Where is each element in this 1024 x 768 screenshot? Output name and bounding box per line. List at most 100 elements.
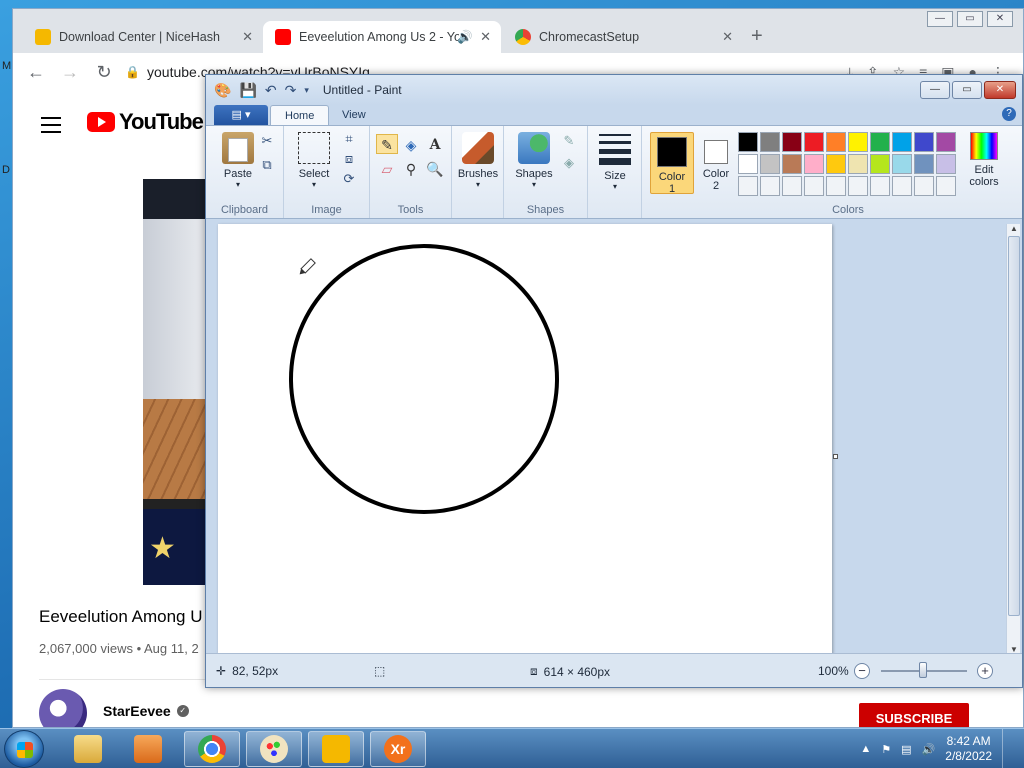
palette-swatch[interactable]: [782, 132, 802, 152]
explorer-taskbar-button[interactable]: [60, 731, 116, 767]
eraser-icon[interactable]: ▱: [376, 158, 398, 178]
color2-button[interactable]: Color 2: [694, 132, 738, 194]
channel-name-row[interactable]: StarEevee ✓: [103, 703, 189, 719]
volume-icon[interactable]: 🔊: [922, 743, 936, 756]
reload-icon[interactable]: ↻: [87, 62, 121, 83]
maximize-button[interactable]: ▭: [952, 81, 982, 99]
palette-swatch[interactable]: [804, 154, 824, 174]
tab-youtube[interactable]: Eeveelution Among Us 2 - Yo 🔊 ✕: [263, 21, 501, 53]
tab-nicehash[interactable]: Download Center | NiceHash ✕: [23, 21, 263, 53]
minimize-button[interactable]: —: [920, 81, 950, 99]
xr-taskbar-button[interactable]: Xr: [370, 731, 426, 767]
close-button[interactable]: ✕: [984, 81, 1016, 99]
size-button[interactable]: Size ▾: [594, 132, 636, 191]
maximize-button[interactable]: ▭: [957, 11, 983, 27]
paste-button[interactable]: Paste ▾: [218, 132, 258, 189]
fill-bucket-icon[interactable]: ◈: [400, 134, 422, 154]
palette-swatch[interactable]: [826, 132, 846, 152]
vertical-scrollbar[interactable]: ▲ ▼: [1006, 224, 1020, 654]
channel-avatar[interactable]: [39, 689, 87, 727]
back-arrow-icon[interactable]: ←: [19, 62, 53, 83]
zoom-in-button[interactable]: +: [977, 663, 993, 679]
cut-icon[interactable]: ✂: [258, 132, 276, 150]
outline-icon[interactable]: ✎: [560, 132, 578, 150]
zoom-out-button[interactable]: −: [854, 663, 870, 679]
subscribe-button[interactable]: SUBSCRIBE: [859, 703, 969, 727]
palette-swatch[interactable]: [738, 176, 758, 196]
nicehash-taskbar-button[interactable]: [308, 731, 364, 767]
speaker-icon[interactable]: 🔊: [457, 30, 473, 45]
color1-button[interactable]: Color 1: [650, 132, 694, 195]
palette-swatch[interactable]: [738, 132, 758, 152]
clock[interactable]: 8:42 AM 2/8/2022: [945, 734, 992, 764]
palette-swatch[interactable]: [826, 154, 846, 174]
help-icon[interactable]: ?: [1002, 107, 1016, 121]
close-tab-icon[interactable]: ✕: [242, 29, 253, 45]
palette-swatch[interactable]: [760, 132, 780, 152]
save-icon[interactable]: 💾: [239, 82, 256, 99]
palette-swatch[interactable]: [760, 176, 780, 196]
palette-swatch[interactable]: [892, 132, 912, 152]
forward-arrow-icon[interactable]: →: [53, 62, 87, 83]
start-button[interactable]: [4, 730, 44, 768]
hamburger-menu-icon[interactable]: [41, 117, 61, 138]
scroll-thumb[interactable]: [1008, 236, 1020, 616]
tab-chromecast[interactable]: ChromecastSetup ✕: [503, 21, 743, 53]
tray-expand-icon[interactable]: ▲: [860, 743, 871, 755]
palette-swatch[interactable]: [914, 176, 934, 196]
new-tab-button[interactable]: +: [751, 25, 763, 48]
palette-swatch[interactable]: [782, 154, 802, 174]
palette-swatch[interactable]: [936, 176, 956, 196]
palette-swatch[interactable]: [870, 176, 890, 196]
redo-icon[interactable]: ↷: [285, 82, 297, 99]
palette-swatch[interactable]: [870, 154, 890, 174]
palette-swatch[interactable]: [848, 154, 868, 174]
palette-swatch[interactable]: [848, 132, 868, 152]
palette-swatch[interactable]: [738, 154, 758, 174]
tab-home[interactable]: Home: [270, 105, 330, 126]
lock-icon[interactable]: 🔒: [125, 65, 147, 79]
scroll-up-icon[interactable]: ▲: [1007, 224, 1021, 233]
palette-swatch[interactable]: [936, 132, 956, 152]
palette-swatch[interactable]: [892, 154, 912, 174]
undo-icon[interactable]: ↶: [265, 82, 277, 99]
brushes-button[interactable]: Brushes ▾: [456, 132, 500, 189]
palette-swatch[interactable]: [848, 176, 868, 196]
palette-swatch[interactable]: [914, 154, 934, 174]
show-desktop-button[interactable]: [1002, 729, 1014, 768]
crop-icon[interactable]: ⌗: [340, 130, 358, 148]
file-menu-button[interactable]: ▤ ▾: [214, 105, 268, 125]
paint-app-icon[interactable]: 🎨: [214, 82, 231, 99]
magnifier-icon[interactable]: 🔍: [424, 158, 446, 178]
action-center-icon[interactable]: ⚑: [881, 743, 891, 756]
rotate-icon[interactable]: ⟳: [340, 170, 358, 188]
palette-swatch[interactable]: [870, 132, 890, 152]
chrome-taskbar-button[interactable]: [184, 731, 240, 767]
close-button[interactable]: ✕: [987, 11, 1013, 27]
palette-swatch[interactable]: [760, 154, 780, 174]
palette-swatch[interactable]: [914, 132, 934, 152]
minimize-button[interactable]: —: [927, 11, 953, 27]
palette-swatch[interactable]: [826, 176, 846, 196]
palette-swatch[interactable]: [804, 176, 824, 196]
youtube-logo[interactable]: YouTube: [87, 109, 204, 135]
close-tab-icon[interactable]: ✕: [480, 29, 491, 45]
shape-fill-icon[interactable]: ◈: [560, 154, 578, 172]
zoom-slider-knob[interactable]: [919, 662, 927, 678]
customize-qat-icon[interactable]: ▾: [304, 85, 309, 96]
close-tab-icon[interactable]: ✕: [722, 29, 733, 45]
tab-view[interactable]: View: [328, 105, 380, 126]
color-picker-icon[interactable]: ⚲: [400, 158, 422, 178]
resize-icon[interactable]: ⧈: [340, 150, 358, 168]
select-button[interactable]: Select ▾: [292, 132, 336, 189]
palette-swatch[interactable]: [892, 176, 912, 196]
copy-icon[interactable]: ⧉: [258, 156, 276, 174]
palette-swatch[interactable]: [782, 176, 802, 196]
text-tool-icon[interactable]: A: [424, 134, 446, 154]
media-player-taskbar-button[interactable]: [120, 731, 176, 767]
edit-colors-button[interactable]: Edit colors: [962, 132, 1006, 188]
pencil-icon[interactable]: ✎: [376, 134, 398, 154]
network-icon[interactable]: ▤: [901, 743, 911, 756]
palette-swatch[interactable]: [804, 132, 824, 152]
palette-swatch[interactable]: [936, 154, 956, 174]
